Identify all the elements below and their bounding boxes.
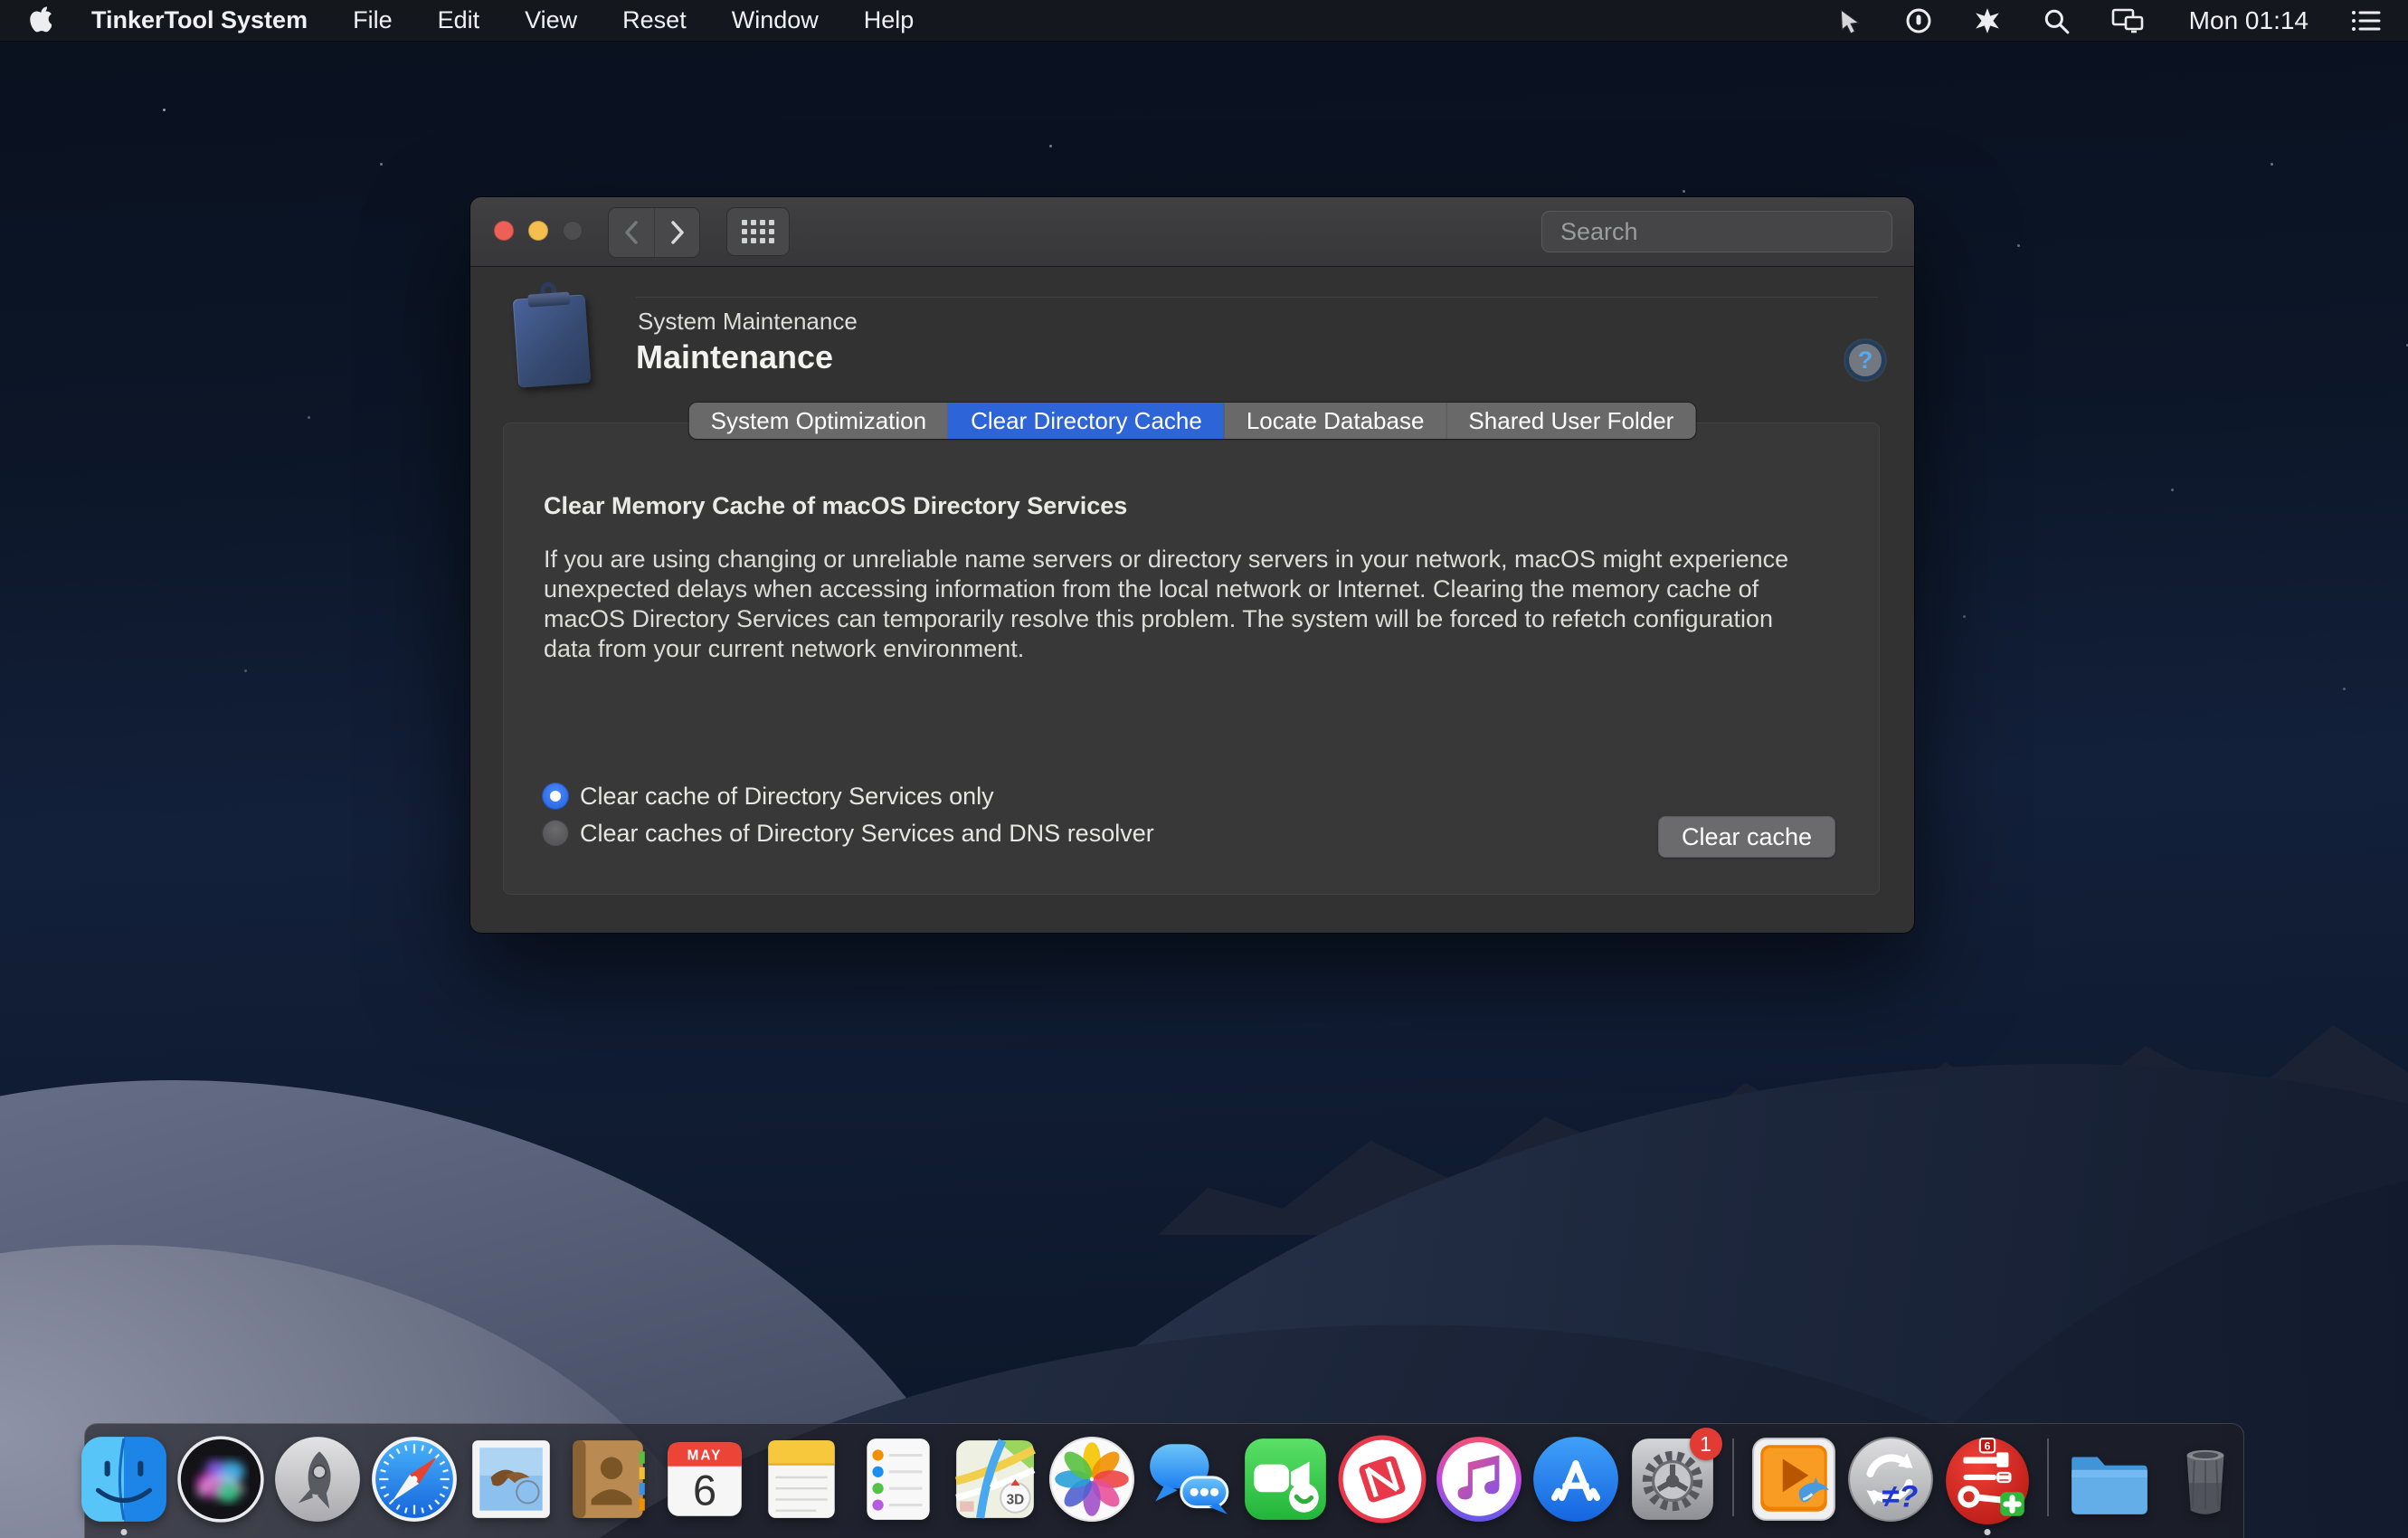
radio-label: Clear caches of Directory Services and D… xyxy=(580,820,1154,848)
dock-calendar-icon[interactable]: MAY 6 xyxy=(659,1433,751,1525)
dock-messages-icon[interactable] xyxy=(1142,1433,1235,1525)
maintenance-pane-icon xyxy=(505,284,602,391)
dock-tinkertool-system-icon[interactable]: 6 xyxy=(1941,1433,2034,1525)
stars-decoration xyxy=(163,109,166,111)
dock-news-icon[interactable] xyxy=(1336,1433,1428,1525)
desktop: TinkerTool System File Edit View Reset Windo… xyxy=(0,0,2408,1538)
dock-launchpad-icon[interactable] xyxy=(271,1433,364,1525)
menu-help[interactable]: Help xyxy=(864,6,915,34)
dock-siri-icon[interactable] xyxy=(175,1433,267,1525)
back-button[interactable] xyxy=(609,208,654,257)
svg-text:≠?: ≠? xyxy=(1882,1480,1918,1514)
svg-text:MAY: MAY xyxy=(687,1448,722,1464)
content-groupbox: Clear Memory Cache of macOS Directory Se… xyxy=(503,422,1880,895)
section-heading: Clear Memory Cache of macOS Directory Se… xyxy=(544,492,1127,520)
grid-icon xyxy=(742,220,774,243)
dock-divider xyxy=(2047,1438,2049,1516)
dock-reminders-icon[interactable] xyxy=(852,1433,944,1525)
tab-shared-user-folder[interactable]: Shared User Folder xyxy=(1446,403,1695,439)
dock: MAY 6 3D 1 ≠? 6 xyxy=(84,1423,2244,1538)
svg-text:6: 6 xyxy=(692,1467,716,1514)
notification-badge: 1 xyxy=(1690,1428,1722,1460)
menu-edit[interactable]: Edit xyxy=(438,6,480,34)
svg-text:6: 6 xyxy=(1984,1439,1990,1452)
radio-button-selected[interactable] xyxy=(542,783,569,810)
svg-text:3D: 3D xyxy=(1006,1493,1024,1508)
dock-sync-utility-icon[interactable]: ≠? xyxy=(1844,1433,1937,1525)
avast-icon[interactable] xyxy=(1974,7,2001,34)
apple-menu-icon[interactable] xyxy=(27,6,52,34)
forward-button[interactable] xyxy=(654,208,699,257)
menu-file[interactable]: File xyxy=(353,6,393,34)
radio-button[interactable] xyxy=(542,820,569,847)
header-divider xyxy=(636,297,1878,298)
search-input[interactable] xyxy=(1560,218,1881,246)
dock-app-store-icon[interactable] xyxy=(1530,1433,1622,1525)
search-field[interactable] xyxy=(1541,211,1892,252)
dock-system-preferences-icon[interactable]: 1 xyxy=(1626,1433,1719,1525)
tab-system-optimization[interactable]: System Optimization xyxy=(689,403,948,439)
page-title: Maintenance xyxy=(636,338,833,376)
displays-icon[interactable] xyxy=(2111,7,2147,34)
dock-mail-icon[interactable] xyxy=(465,1433,557,1525)
menu-reset[interactable]: Reset xyxy=(622,6,687,34)
question-mark-icon: ? xyxy=(1858,347,1873,375)
menu-bar: TinkerTool System File Edit View Reset Windo… xyxy=(0,0,2408,41)
pane-category-label: System Maintenance xyxy=(638,308,858,336)
dock-itunes-icon[interactable] xyxy=(1433,1433,1525,1525)
spotlight-icon[interactable] xyxy=(2043,7,2070,34)
window-titlebar[interactable] xyxy=(470,197,1914,266)
dock-divider xyxy=(1732,1438,1734,1516)
dock-safari-icon[interactable] xyxy=(368,1433,460,1525)
tinkertool-window: System Maintenance Maintenance ? System … xyxy=(470,197,1914,933)
dock-contacts-icon[interactable] xyxy=(562,1433,654,1525)
radio-option: Clear caches of Directory Services and D… xyxy=(542,819,1154,848)
show-all-panes-button[interactable] xyxy=(726,207,790,256)
dock-downloads-folder-icon[interactable] xyxy=(2062,1433,2155,1525)
radio-label: Clear cache of Directory Services only xyxy=(580,783,994,811)
menu-window[interactable]: Window xyxy=(732,6,819,34)
dock-photos-icon[interactable] xyxy=(1046,1433,1138,1525)
clear-cache-button[interactable]: Clear cache xyxy=(1658,816,1835,858)
menu-bar-clock[interactable]: Mon 01:14 xyxy=(2189,6,2308,35)
dock-trash-icon[interactable] xyxy=(2159,1433,2252,1525)
running-indicator xyxy=(1984,1529,1990,1535)
pointer-icon[interactable] xyxy=(1836,7,1863,34)
dock-finder-icon[interactable] xyxy=(78,1433,170,1525)
close-button[interactable] xyxy=(494,221,514,241)
tab-strip: System OptimizationClear Directory Cache… xyxy=(689,403,1696,439)
tab-clear-directory-cache[interactable]: Clear Directory Cache xyxy=(948,403,1224,439)
section-description: If you are using changing or unreliable … xyxy=(544,545,1810,664)
help-button[interactable]: ? xyxy=(1845,340,1885,380)
tab-locate-database[interactable]: Locate Database xyxy=(1224,403,1446,439)
onepassword-icon[interactable] xyxy=(1905,7,1932,34)
radio-option: Clear cache of Directory Services only xyxy=(542,782,1154,811)
minimize-button[interactable] xyxy=(528,221,548,241)
dock-facetime-icon[interactable] xyxy=(1239,1433,1332,1525)
notification-list-icon[interactable] xyxy=(2350,8,2381,33)
radio-group: Clear cache of Directory Services only Cl… xyxy=(542,782,1154,856)
dock-video-converter-icon[interactable] xyxy=(1748,1433,1840,1525)
app-menu-title[interactable]: TinkerTool System xyxy=(91,6,308,34)
zoom-button-disabled xyxy=(563,221,583,241)
running-indicator xyxy=(120,1529,127,1535)
dock-maps-icon[interactable]: 3D xyxy=(949,1433,1041,1525)
dock-notes-icon[interactable] xyxy=(755,1433,848,1525)
menu-view[interactable]: View xyxy=(525,6,577,34)
